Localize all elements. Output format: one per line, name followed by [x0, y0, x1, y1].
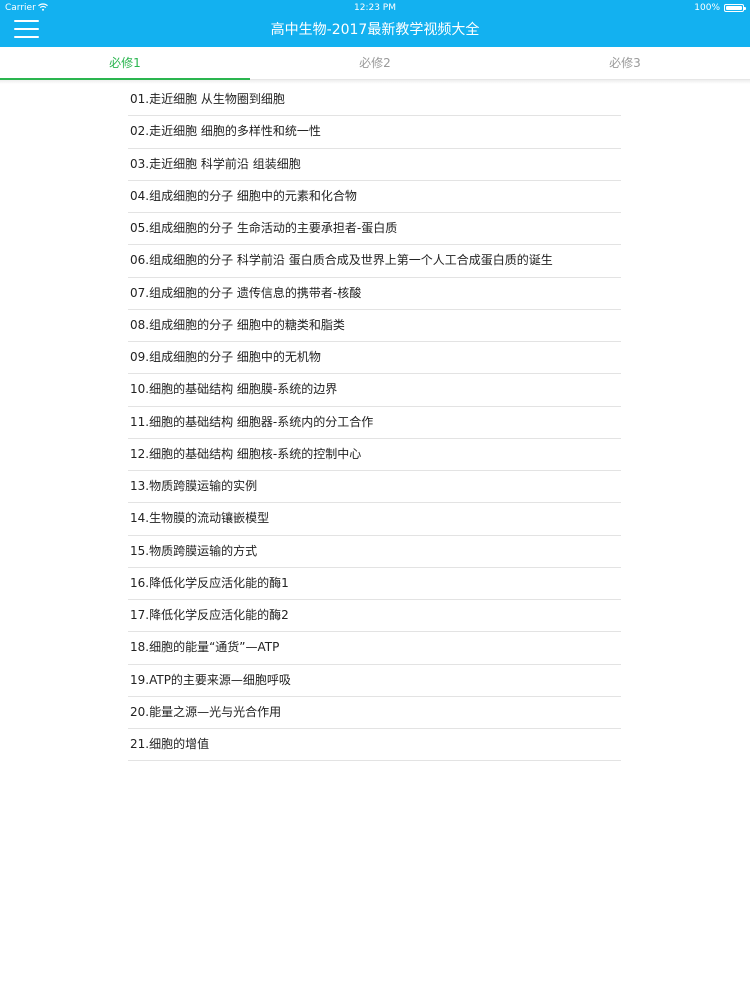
lesson-list-item[interactable]: 07.组成细胞的分子 遗传信息的携带者-核酸: [128, 278, 621, 310]
lesson-list-item[interactable]: 17.降低化学反应活化能的酶2: [128, 600, 621, 633]
lesson-list-item[interactable]: 05.组成细胞的分子 生命活动的主要承担者-蛋白质: [128, 213, 621, 246]
tab-bixiu-1[interactable]: 必修1: [0, 47, 250, 80]
lesson-list-item[interactable]: 14.生物膜的流动镶嵌模型: [128, 503, 621, 536]
battery-icon: [724, 4, 746, 12]
lesson-list-item[interactable]: 09.组成细胞的分子 细胞中的无机物: [128, 342, 621, 375]
lesson-list-item[interactable]: 11.细胞的基础结构 细胞器-系统内的分工合作: [128, 407, 621, 439]
lesson-list-item[interactable]: 12.细胞的基础结构 细胞核-系统的控制中心: [128, 439, 621, 471]
lesson-list: 01.走近细胞 从生物圈到细胞 02.走近细胞 细胞的多样性和统一性 03.走近细胞…: [128, 84, 621, 762]
lesson-list-item[interactable]: 04.组成细胞的分子 细胞中的元素和化合物: [128, 181, 621, 213]
lesson-list-item[interactable]: 15.物质跨膜运输的方式: [128, 536, 621, 568]
lesson-list-item[interactable]: 01.走近细胞 从生物圈到细胞: [128, 84, 621, 117]
lesson-list-item[interactable]: 06.组成细胞的分子 科学前沿 蛋白质合成及世界上第一个人工合成蛋白质的诞生: [128, 245, 621, 278]
lesson-list-item[interactable]: 03.走近细胞 科学前沿 组装细胞: [128, 149, 621, 181]
lesson-list-item[interactable]: 13.物质跨膜运输的实例: [128, 471, 621, 504]
nav-bar: Carrier 12:23 PM 100% 高中生物-2017最新教学视频大全: [0, 0, 750, 47]
lesson-list-item[interactable]: 02.走近细胞 细胞的多样性和统一性: [128, 116, 621, 149]
lesson-list-item[interactable]: 10.细胞的基础结构 细胞膜-系统的边界: [128, 374, 621, 407]
lesson-list-item[interactable]: 20.能量之源—光与光合作用: [128, 697, 621, 729]
lesson-list-item[interactable]: 19.ATP的主要来源—细胞呼吸: [128, 665, 621, 697]
clock: 12:23 PM: [354, 3, 396, 13]
lesson-list-item[interactable]: 21.细胞的增值: [128, 729, 621, 762]
page-title: 高中生物-2017最新教学视频大全: [270, 22, 480, 38]
lesson-list-item[interactable]: 16.降低化学反应活化能的酶1: [128, 568, 621, 600]
tab-bar: 必修1 必修2 必修3: [0, 47, 750, 80]
tab-bixiu-3[interactable]: 必修3: [500, 47, 750, 80]
lesson-list-item[interactable]: 18.细胞的能量“通货”—ATP: [128, 632, 621, 665]
status-bar: Carrier 12:23 PM 100%: [0, 0, 750, 16]
battery-percent: 100%: [694, 3, 720, 13]
lesson-list-item[interactable]: 08.组成细胞的分子 细胞中的糖类和脂类: [128, 310, 621, 342]
tab-bixiu-2[interactable]: 必修2: [250, 47, 500, 80]
